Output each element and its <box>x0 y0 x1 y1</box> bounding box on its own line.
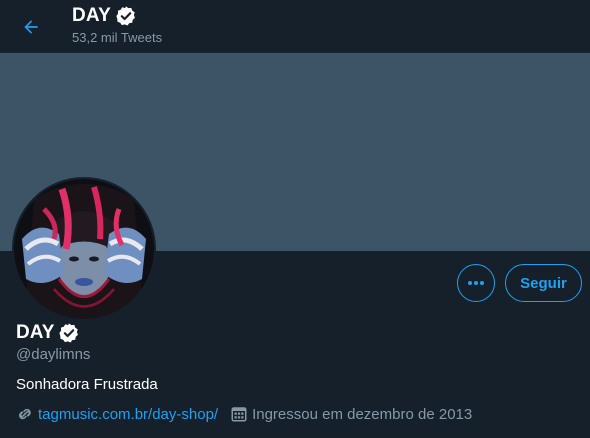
profile-name-row: DAY <box>16 321 80 345</box>
calendar-icon <box>231 407 247 422</box>
profile-name: DAY <box>16 322 55 343</box>
more-dots-icon <box>468 281 484 285</box>
verified-badge-icon <box>116 6 135 26</box>
arrow-left-icon <box>24 20 38 34</box>
profile-handle: @daylimns <box>16 346 91 363</box>
avatar-image <box>14 179 154 319</box>
top-bar: DAY 53,2 mil Tweets <box>0 0 590 53</box>
verified-badge-icon <box>59 323 79 343</box>
profile-bio: Sonhadora Frustrada <box>16 376 158 393</box>
header-title-block: DAY 53,2 mil Tweets <box>72 5 162 45</box>
tweet-count: 53,2 mil Tweets <box>72 30 163 45</box>
website-link[interactable]: tagmusic.com.br/day-shop/ <box>38 406 218 423</box>
follow-button[interactable]: Seguir <box>505 264 582 302</box>
back-button[interactable] <box>13 9 49 45</box>
profile-meta: tagmusic.com.br/day-shop/ Ingressou em d… <box>16 405 472 423</box>
joined-date: Ingressou em dezembro de 2013 <box>252 405 473 423</box>
avatar[interactable] <box>12 177 156 321</box>
header-title: DAY <box>72 5 111 26</box>
more-options-button[interactable] <box>457 264 495 302</box>
website-item: tagmusic.com.br/day-shop/ <box>16 405 218 423</box>
link-icon <box>19 408 31 420</box>
joined-item: Ingressou em dezembro de 2013 <box>230 405 472 423</box>
